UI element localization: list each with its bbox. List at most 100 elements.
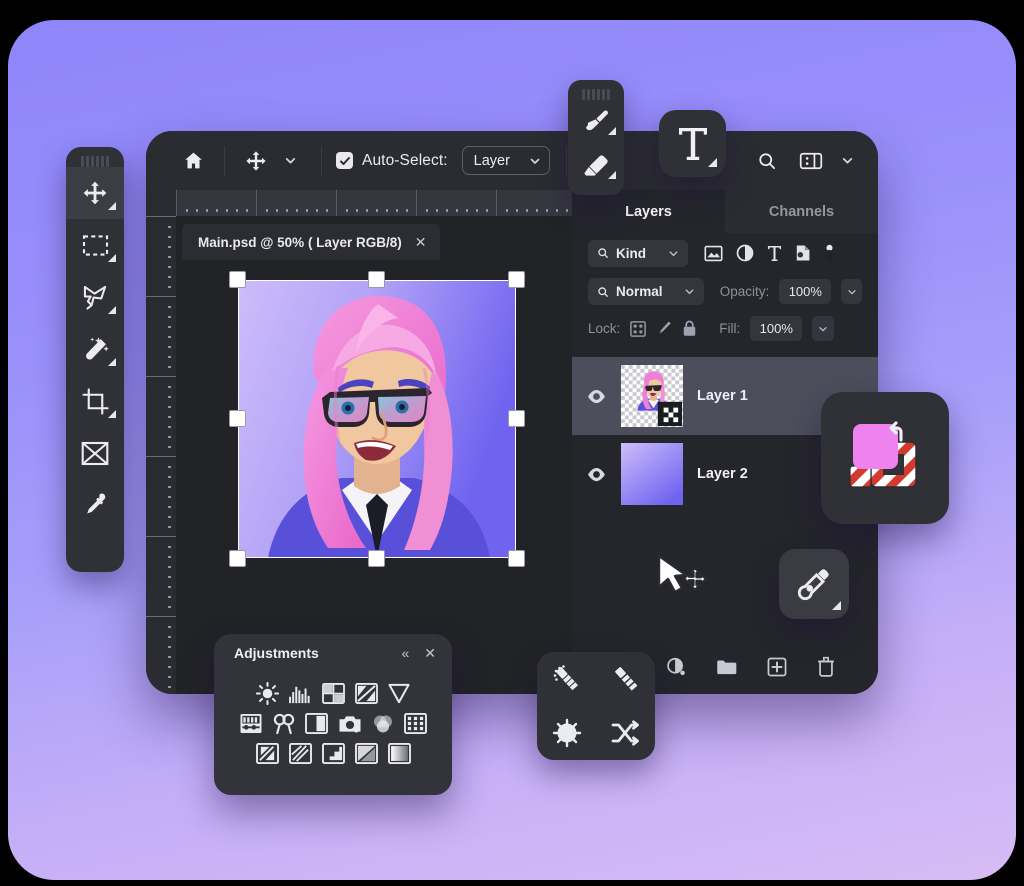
ruler-tick — [168, 226, 171, 228]
move-tool-dropdown-icon[interactable] — [273, 144, 307, 178]
text-filter-icon[interactable] — [767, 245, 782, 262]
drag-handle[interactable] — [568, 80, 624, 100]
selection-handle-n[interactable] — [368, 271, 385, 288]
photo-filter-icon[interactable] — [337, 711, 362, 736]
new-group-icon[interactable] — [716, 658, 737, 675]
auto-select-scope-dropdown[interactable]: Layer — [461, 146, 550, 175]
document-tab[interactable]: Main.psd @ 50% ( Layer RGB/8) ✕ — [182, 224, 441, 260]
type-tool[interactable] — [659, 110, 726, 177]
black-white-icon[interactable] — [304, 711, 329, 736]
fill-value[interactable]: 100% — [750, 316, 803, 341]
gradient-map-icon[interactable] — [387, 741, 412, 766]
eyedropper-tool[interactable] — [66, 479, 124, 531]
color-balance-icon[interactable] — [271, 711, 296, 736]
sharpen-tool[interactable] — [596, 652, 655, 706]
selection-handle-sw[interactable] — [229, 550, 246, 567]
layer-filter-row: Kind — [572, 233, 878, 273]
delete-layer-icon[interactable] — [817, 656, 835, 677]
adjustments-row-3 — [214, 741, 452, 766]
selection-handle-ne[interactable] — [508, 271, 525, 288]
brush-tool[interactable] — [568, 100, 624, 144]
channel-mixer-icon[interactable] — [370, 711, 395, 736]
ruler-tick — [168, 426, 171, 428]
lock-paint-icon[interactable] — [656, 320, 672, 337]
posterize-icon[interactable] — [288, 741, 313, 766]
move-tool-icon[interactable] — [239, 144, 273, 178]
levels-icon[interactable] — [288, 681, 313, 706]
image-filter-icon[interactable] — [704, 245, 723, 262]
selection-handle-nw[interactable] — [229, 271, 246, 288]
selection-handle-se[interactable] — [508, 550, 525, 567]
auto-select-checkbox[interactable] — [336, 152, 353, 169]
close-icon[interactable]: ✕ — [415, 235, 427, 249]
threshold-icon[interactable] — [321, 741, 346, 766]
ruler-tick — [466, 209, 468, 212]
ruler-tick — [168, 546, 171, 548]
dodge-tool[interactable] — [537, 706, 596, 760]
close-icon[interactable]: ✕ — [424, 645, 436, 662]
home-icon[interactable] — [176, 144, 210, 178]
eraser-tool[interactable] — [568, 144, 624, 188]
ruler-tick — [366, 209, 368, 212]
auto-select-group[interactable]: Auto-Select: — [336, 131, 448, 190]
vibrance-icon[interactable] — [387, 681, 412, 706]
invert-icon[interactable] — [255, 741, 280, 766]
drag-handle[interactable] — [66, 147, 124, 167]
hue-saturation-icon[interactable] — [238, 711, 263, 736]
selection-handle-e[interactable] — [508, 410, 525, 427]
blend-mode-value: Normal — [616, 284, 663, 299]
transparent-chip-icon[interactable] — [849, 465, 872, 488]
layer-kind-dropdown[interactable]: Kind — [588, 239, 688, 267]
crop-tool[interactable] — [66, 375, 124, 427]
tab-channels[interactable]: Channels — [725, 190, 878, 233]
search-icon[interactable] — [750, 144, 784, 178]
blend-mode-dropdown[interactable]: Normal — [588, 278, 704, 305]
new-adjustment-layer-icon[interactable] — [666, 657, 686, 677]
rectangular-marquee-tool[interactable] — [66, 219, 124, 271]
selective-color-icon[interactable] — [354, 741, 379, 766]
color-lookup-icon[interactable] — [403, 711, 428, 736]
pen-tool[interactable] — [779, 549, 849, 619]
opacity-label: Opacity: — [719, 284, 770, 299]
exposure-icon[interactable] — [354, 681, 379, 706]
new-layer-icon[interactable] — [767, 657, 787, 677]
ruler-tick — [416, 190, 417, 216]
workspace-icon[interactable] — [794, 144, 828, 178]
move-tool[interactable] — [66, 167, 124, 219]
tab-layers[interactable]: Layers — [572, 190, 725, 233]
smart-filter-icon[interactable] — [824, 244, 835, 262]
frame-tool[interactable] — [66, 427, 124, 479]
layer-thumbnail[interactable] — [621, 365, 683, 427]
lock-transparent-icon[interactable] — [630, 320, 647, 337]
ruler-tick — [536, 209, 538, 212]
selection-handle-w[interactable] — [229, 410, 246, 427]
magic-wand-tool[interactable] — [66, 323, 124, 375]
collapse-icon[interactable]: « — [401, 645, 409, 661]
ruler-tick — [168, 356, 171, 358]
lasso-tool[interactable] — [66, 271, 124, 323]
layer-thumbnail[interactable] — [621, 443, 683, 505]
ruler-tick — [168, 276, 171, 278]
ruler-tick — [168, 656, 171, 658]
visibility-icon[interactable] — [586, 467, 607, 482]
visibility-icon[interactable] — [586, 389, 607, 404]
fill-dropdown-icon[interactable] — [812, 316, 835, 341]
adjustment-filter-icon[interactable] — [736, 244, 754, 262]
foreground-color-swatch[interactable] — [853, 424, 898, 469]
shape-filter-icon[interactable] — [795, 244, 811, 262]
artboard-selection[interactable] — [229, 271, 525, 567]
opacity-dropdown-icon[interactable] — [841, 279, 862, 304]
ruler-tick — [168, 256, 171, 258]
blur-tool[interactable] — [537, 652, 596, 706]
lock-all-icon[interactable] — [682, 320, 697, 337]
ruler-tick — [146, 296, 176, 297]
shuffle-tool[interactable] — [596, 706, 655, 760]
selection-handle-s[interactable] — [368, 550, 385, 567]
brightness-contrast-icon[interactable] — [255, 681, 280, 706]
curves-icon[interactable] — [321, 681, 346, 706]
document-tab-title: Main.psd @ 50% ( Layer RGB/8) — [198, 234, 402, 250]
opacity-value[interactable]: 100% — [779, 279, 832, 304]
workspace-dropdown-icon[interactable] — [838, 144, 856, 178]
ruler-tick — [196, 209, 198, 212]
search-icon — [598, 248, 608, 258]
